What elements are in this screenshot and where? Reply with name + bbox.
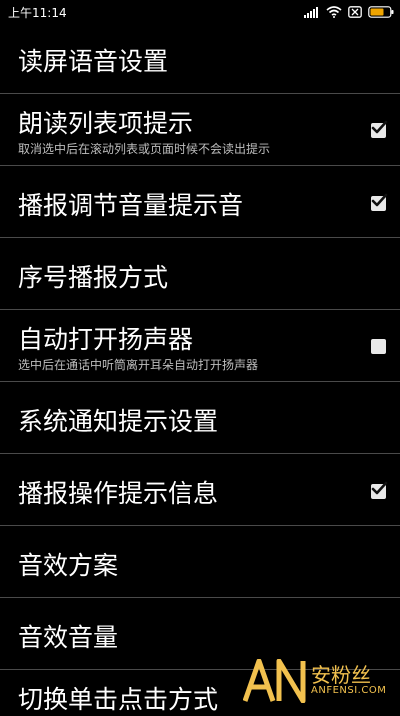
setting-item-title: 音效音量 bbox=[18, 623, 119, 652]
status-time: 上午11:14 bbox=[8, 6, 67, 20]
settings-list: 读屏语音设置 朗读列表项提示 取消选中后在滚动列表或页面时候不会读出提示 播报调… bbox=[0, 24, 400, 714]
setting-item-volume-adjust-tone[interactable]: 播报调节音量提示音 bbox=[0, 166, 400, 238]
setting-item-title: 自动打开扬声器 bbox=[18, 325, 194, 354]
watermark-cn: 安粉丝 bbox=[311, 663, 371, 687]
setting-item-sound-scheme[interactable]: 音效方案 bbox=[0, 526, 400, 598]
setting-item-operation-hints[interactable]: 播报操作提示信息 bbox=[0, 454, 400, 526]
watermark: 安粉丝 ANFENSI.COM bbox=[243, 655, 398, 705]
setting-item-title: 音效方案 bbox=[18, 551, 119, 580]
checkmark-icon bbox=[371, 481, 388, 495]
read-list-hints-checkbox[interactable] bbox=[371, 120, 388, 138]
setting-item-title: 读屏语音设置 bbox=[18, 47, 169, 76]
setting-item-title: 播报操作提示信息 bbox=[18, 479, 219, 508]
signal-icon bbox=[304, 6, 320, 18]
sim-off-icon bbox=[348, 6, 362, 18]
checkmark-icon bbox=[371, 120, 388, 134]
volume-adjust-tone-checkbox[interactable] bbox=[371, 193, 388, 211]
setting-item-title: 播报调节音量提示音 bbox=[18, 191, 244, 220]
setting-item-screen-reader-voice[interactable]: 读屏语音设置 bbox=[0, 24, 400, 94]
setting-item-summary: 取消选中后在滚动列表或页面时候不会读出提示 bbox=[18, 142, 271, 156]
wifi-icon bbox=[326, 6, 342, 18]
auto-speaker-checkbox[interactable] bbox=[371, 339, 386, 354]
battery-icon bbox=[368, 6, 394, 18]
setting-item-summary: 选中后在通话中听筒离开耳朵自动打开扬声器 bbox=[18, 358, 259, 372]
setting-item-read-list-hints[interactable]: 朗读列表项提示 取消选中后在滚动列表或页面时候不会读出提示 bbox=[0, 94, 400, 166]
status-icons bbox=[304, 4, 394, 20]
setting-item-title: 朗读列表项提示 bbox=[18, 109, 194, 138]
setting-item-title: 序号播报方式 bbox=[18, 263, 169, 292]
anfensi-logo-icon bbox=[243, 659, 306, 703]
setting-item-auto-speaker[interactable]: 自动打开扬声器 选中后在通话中听筒离开耳朵自动打开扬声器 bbox=[0, 310, 400, 382]
checkmark-icon bbox=[371, 193, 388, 207]
status-bar: 上午11:14 bbox=[0, 0, 400, 24]
setting-item-number-reading-mode[interactable]: 序号播报方式 bbox=[0, 238, 400, 310]
setting-item-system-notification[interactable]: 系统通知提示设置 bbox=[0, 382, 400, 454]
operation-hints-checkbox[interactable] bbox=[371, 481, 388, 499]
setting-item-title: 系统通知提示设置 bbox=[18, 407, 219, 436]
watermark-en: ANFENSI.COM bbox=[311, 685, 387, 696]
